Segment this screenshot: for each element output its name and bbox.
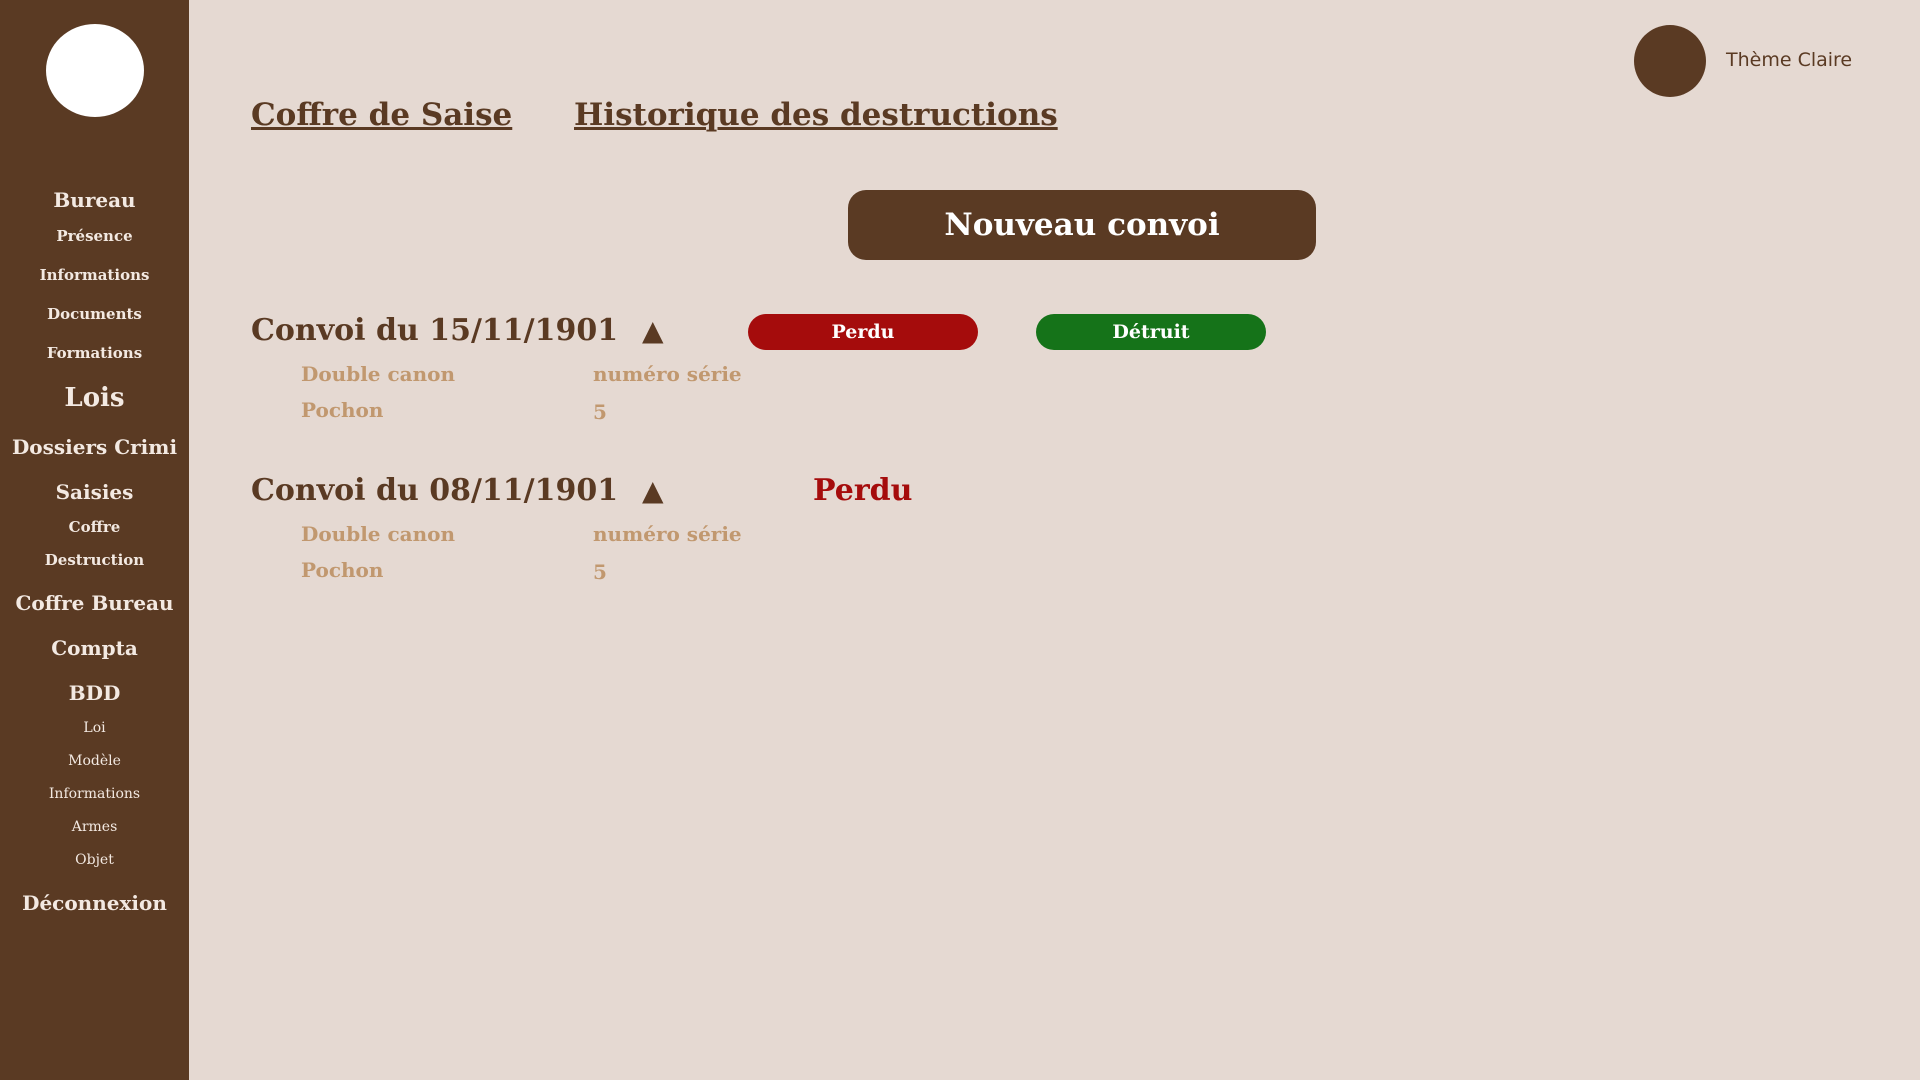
status-lost-text: Perdu bbox=[813, 473, 913, 508]
convoy-title: Convoi du 08/11/1901 bbox=[251, 473, 619, 508]
nav-coffre[interactable]: Coffre bbox=[0, 518, 189, 536]
link-coffre-de-saise[interactable]: Coffre de Saise bbox=[251, 97, 512, 133]
destroyed-button[interactable]: Détruit bbox=[1036, 314, 1266, 350]
sidebar: Bureau Présence Informations Documents F… bbox=[0, 0, 189, 1080]
convoy-title: Convoi du 15/11/1901 bbox=[251, 313, 619, 348]
theme-toggle-button[interactable] bbox=[1634, 25, 1706, 97]
nav-deconnexion[interactable]: Déconnexion bbox=[0, 891, 189, 915]
nav-objet[interactable]: Objet bbox=[0, 852, 189, 868]
link-historique-destructions[interactable]: Historique des destructions bbox=[574, 97, 1058, 133]
nav-presence[interactable]: Présence bbox=[0, 227, 189, 245]
item-name: Double canon bbox=[301, 522, 456, 546]
lost-button[interactable]: Perdu bbox=[748, 314, 978, 350]
nav-documents[interactable]: Documents bbox=[0, 305, 189, 323]
item-name: Pochon bbox=[301, 558, 384, 582]
item-value: 5 bbox=[593, 400, 607, 424]
item-value: numéro série bbox=[593, 362, 742, 386]
nav-lois[interactable]: Lois bbox=[0, 383, 189, 413]
collapse-arrow-icon[interactable]: ▲ bbox=[642, 474, 664, 507]
nav-destruction[interactable]: Destruction bbox=[0, 551, 189, 569]
item-name: Pochon bbox=[301, 398, 384, 422]
nav-bdd-informations[interactable]: Informations bbox=[0, 786, 189, 802]
nav-dossiers-crimi[interactable]: Dossiers Crimi bbox=[0, 435, 189, 459]
nav-bureau[interactable]: Bureau bbox=[0, 188, 189, 212]
nav-loi[interactable]: Loi bbox=[0, 720, 189, 736]
collapse-arrow-icon[interactable]: ▲ bbox=[642, 314, 664, 347]
new-convoy-button[interactable]: Nouveau convoi bbox=[848, 190, 1316, 260]
nav-armes[interactable]: Armes bbox=[0, 819, 189, 835]
nav-coffre-bureau[interactable]: Coffre Bureau bbox=[0, 591, 189, 615]
item-value: 5 bbox=[593, 560, 607, 584]
nav-modele[interactable]: Modèle bbox=[0, 753, 189, 769]
nav-informations[interactable]: Informations bbox=[0, 266, 189, 284]
nav-bdd[interactable]: BDD bbox=[0, 681, 189, 705]
nav-compta[interactable]: Compta bbox=[0, 636, 189, 660]
theme-label: Thème Claire bbox=[1726, 49, 1853, 71]
item-name: Double canon bbox=[301, 362, 456, 386]
nav-saisies[interactable]: Saisies bbox=[0, 480, 189, 504]
logo bbox=[46, 24, 144, 117]
item-value: numéro série bbox=[593, 522, 742, 546]
nav-formations[interactable]: Formations bbox=[0, 344, 189, 362]
